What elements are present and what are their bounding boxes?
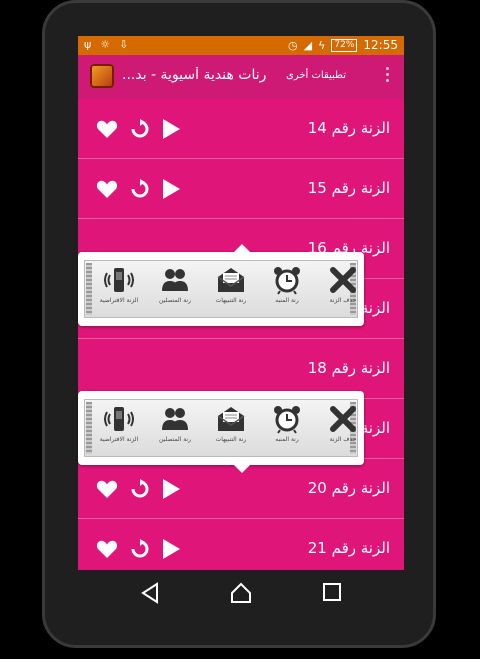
action-label: حذف الزنة <box>329 297 357 304</box>
contacts-icon <box>162 408 188 430</box>
delete-x-icon <box>330 267 356 293</box>
ringtone-label: الزنة رقم 15 <box>307 179 390 197</box>
action-label: رنة المتصلين <box>158 297 192 304</box>
set-alarm-ringtone-button[interactable]: رنة المنبه <box>267 404 307 443</box>
ringtone-options-popup: الزنة الافتراضية رنة المتصلين رنة التنبي… <box>78 391 364 473</box>
heart-icon[interactable] <box>96 180 118 198</box>
popup-pointer <box>234 244 250 252</box>
list-item[interactable]: الزنة رقم 21 <box>78 519 404 570</box>
app-bar: رنات هندية أسيوية - بد... تطبيقات أخرى <box>78 55 404 99</box>
usb-icon: ψ <box>84 38 92 51</box>
alarm-icon: ◷ <box>288 38 298 52</box>
action-label: حذف الزنة <box>329 436 357 443</box>
charging-icon: ϟ <box>318 38 326 52</box>
other-apps-button[interactable]: تطبيقات أخرى <box>286 70 346 81</box>
heart-icon[interactable] <box>96 540 118 558</box>
action-label: رنة المنبه <box>275 297 299 304</box>
set-contacts-ringtone-button[interactable]: رنة المتصلين <box>155 404 195 443</box>
back-icon[interactable] <box>140 582 160 604</box>
list-item[interactable]: الزنة رقم 15 <box>78 159 404 219</box>
action-label: الزنة الافتراضية <box>99 436 139 443</box>
alarm-clock-icon <box>274 406 300 434</box>
contacts-icon <box>162 269 188 291</box>
phone-vibrate-icon <box>104 268 134 292</box>
app-logo-icon[interactable] <box>90 64 114 88</box>
ringtone-label: الزنة رقم 21 <box>307 539 390 557</box>
action-label: الزنة الافتراضية <box>99 297 139 304</box>
ringtone-options-popup: الزنة الافتراضية رنة المتصلين رنة التنبي… <box>78 244 364 326</box>
home-icon[interactable] <box>230 582 252 604</box>
battery-icon: 72% <box>331 38 358 52</box>
set-ringtone-icon[interactable] <box>130 479 150 499</box>
navigation-bar <box>78 570 404 618</box>
alarm-clock-icon <box>274 267 300 295</box>
play-icon[interactable] <box>162 539 180 559</box>
download-icon: ⇩ <box>119 38 129 51</box>
set-ringtone-icon[interactable] <box>130 179 150 199</box>
phone-vibrate-icon <box>104 407 134 431</box>
delete-ringtone-button[interactable]: حذف الزنة <box>323 404 363 443</box>
set-notification-ringtone-button[interactable]: رنة التنبيهات <box>211 265 251 304</box>
action-label: رنة التنبيهات <box>215 297 247 304</box>
set-ringtone-icon[interactable] <box>130 539 150 559</box>
envelope-icon <box>217 407 245 431</box>
action-label: رنة التنبيهات <box>215 436 247 443</box>
set-default-ringtone-button[interactable]: الزنة الافتراضية <box>99 404 139 443</box>
delete-ringtone-button[interactable]: حذف الزنة <box>323 265 363 304</box>
status-bar: ψ ☼ ⇩ ◷ ◢ ϟ 72% 12:55 <box>78 36 404 55</box>
set-default-ringtone-button[interactable]: الزنة الافتراضية <box>99 265 139 304</box>
set-ringtone-icon[interactable] <box>130 119 150 139</box>
heart-icon[interactable] <box>96 120 118 138</box>
envelope-icon <box>217 268 245 292</box>
play-icon[interactable] <box>162 479 180 499</box>
delete-x-icon <box>330 406 356 432</box>
set-contacts-ringtone-button[interactable]: رنة المتصلين <box>155 265 195 304</box>
overflow-menu-icon[interactable] <box>386 67 390 85</box>
set-notification-ringtone-button[interactable]: رنة التنبيهات <box>211 404 251 443</box>
recents-icon[interactable] <box>322 582 342 602</box>
ringtone-label: الزنة رقم 20 <box>307 479 390 497</box>
list-item[interactable]: الزنة رقم 14 <box>78 99 404 159</box>
popup-edge-left <box>86 263 92 315</box>
ringtone-label: الزنة رقم 14 <box>307 119 390 137</box>
play-icon[interactable] <box>162 179 180 199</box>
action-label: رنة المتصلين <box>158 436 192 443</box>
popup-pointer <box>234 465 250 473</box>
ringtone-label: الزنة رقم 18 <box>307 359 390 377</box>
set-alarm-ringtone-button[interactable]: رنة المنبه <box>267 265 307 304</box>
app-title: رنات هندية أسيوية - بد... <box>122 67 267 83</box>
list-item[interactable]: الزنة رقم 18 <box>78 339 404 399</box>
popup-edge-left <box>86 402 92 454</box>
signal-icon: ◢ <box>303 38 313 52</box>
clock: 12:55 <box>363 38 398 52</box>
lightbulb-icon: ☼ <box>100 38 111 51</box>
play-icon[interactable] <box>162 119 180 139</box>
heart-icon[interactable] <box>96 480 118 498</box>
action-label: رنة المنبه <box>275 436 299 443</box>
